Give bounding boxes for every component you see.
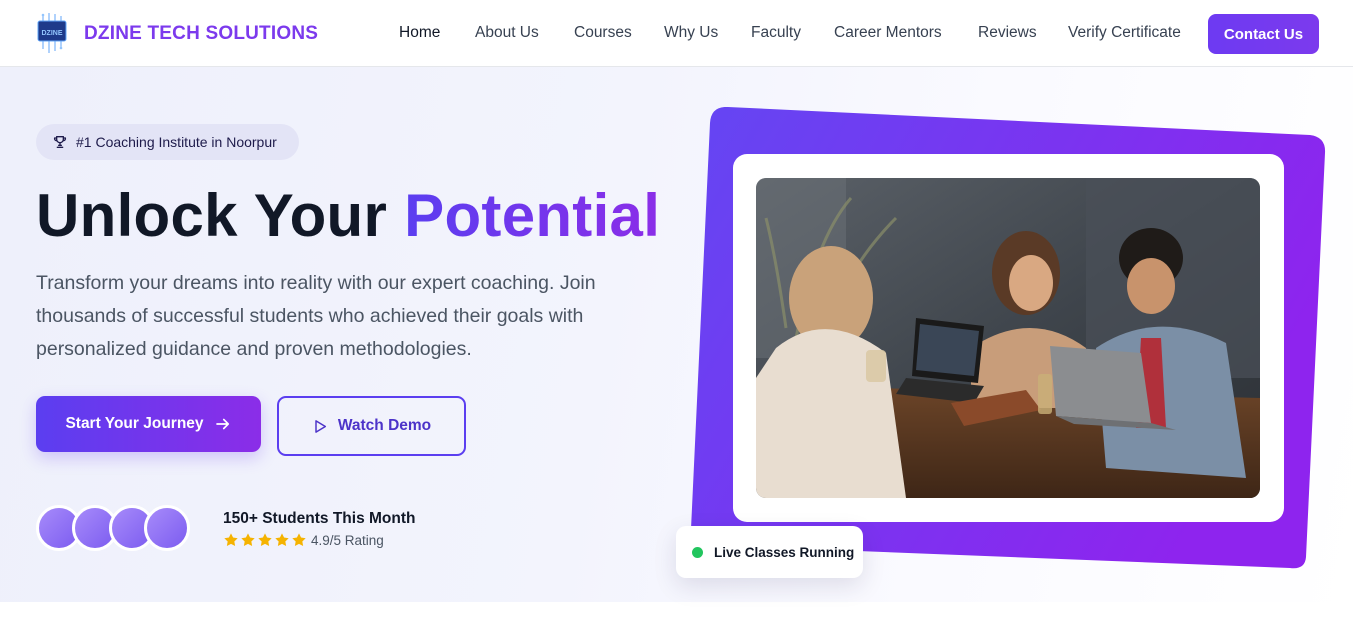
students-photo [756, 178, 1260, 498]
nav-faculty[interactable]: Faculty [751, 24, 801, 42]
nav-verify-certificate[interactable]: Verify Certificate [1068, 24, 1181, 42]
headline-accent: Potential [404, 182, 661, 249]
star-icon [241, 533, 255, 546]
arrow-right-icon [215, 418, 229, 430]
watch-demo-label: Watch Demo [337, 417, 432, 434]
live-classes-label: Live Classes Running [714, 544, 855, 560]
hero-subtext: Transform your dreams into reality with … [36, 272, 596, 360]
star-icon [275, 533, 289, 546]
student-avatars [36, 505, 196, 551]
live-classes-badge: Live Classes Running [676, 526, 863, 578]
star-rating [223, 532, 307, 548]
star-icon [258, 533, 272, 546]
top-navbar: DZINE DZINE TECH SOLUTIONS Home About Us… [0, 0, 1353, 67]
badge-text: #1 Coaching Institute in Noorpur [76, 134, 277, 150]
main-nav: Home About Us Courses Why Us Faculty Car… [0, 24, 1353, 46]
star-icon [224, 533, 238, 546]
trophy-icon [53, 136, 67, 148]
section-divider [0, 602, 1353, 644]
students-count: 150+ Students This Month [223, 510, 416, 527]
nav-why-us[interactable]: Why Us [664, 24, 718, 42]
nav-about-us[interactable]: About Us [475, 24, 539, 42]
ranking-badge: #1 Coaching Institute in Noorpur [36, 124, 299, 160]
avatar [144, 505, 190, 551]
nav-home[interactable]: Home [399, 24, 440, 42]
start-journey-button[interactable]: Start Your Journey [36, 396, 261, 452]
play-icon [315, 419, 326, 433]
rating-text: 4.9/5 Rating [311, 533, 384, 548]
watch-demo-button[interactable]: Watch Demo [277, 396, 466, 456]
hero-headline: Unlock Your Potential [36, 180, 660, 252]
start-journey-label: Start Your Journey [65, 415, 204, 432]
nav-courses[interactable]: Courses [574, 24, 632, 42]
star-icon [292, 533, 306, 546]
nav-career-mentors[interactable]: Career Mentors [834, 24, 942, 42]
nav-reviews[interactable]: Reviews [978, 24, 1037, 42]
students-studying-illustration [756, 178, 1260, 498]
live-status-dot [692, 546, 703, 558]
contact-us-button[interactable]: Contact Us [1208, 14, 1319, 54]
headline-plain: Unlock Your [36, 182, 388, 249]
